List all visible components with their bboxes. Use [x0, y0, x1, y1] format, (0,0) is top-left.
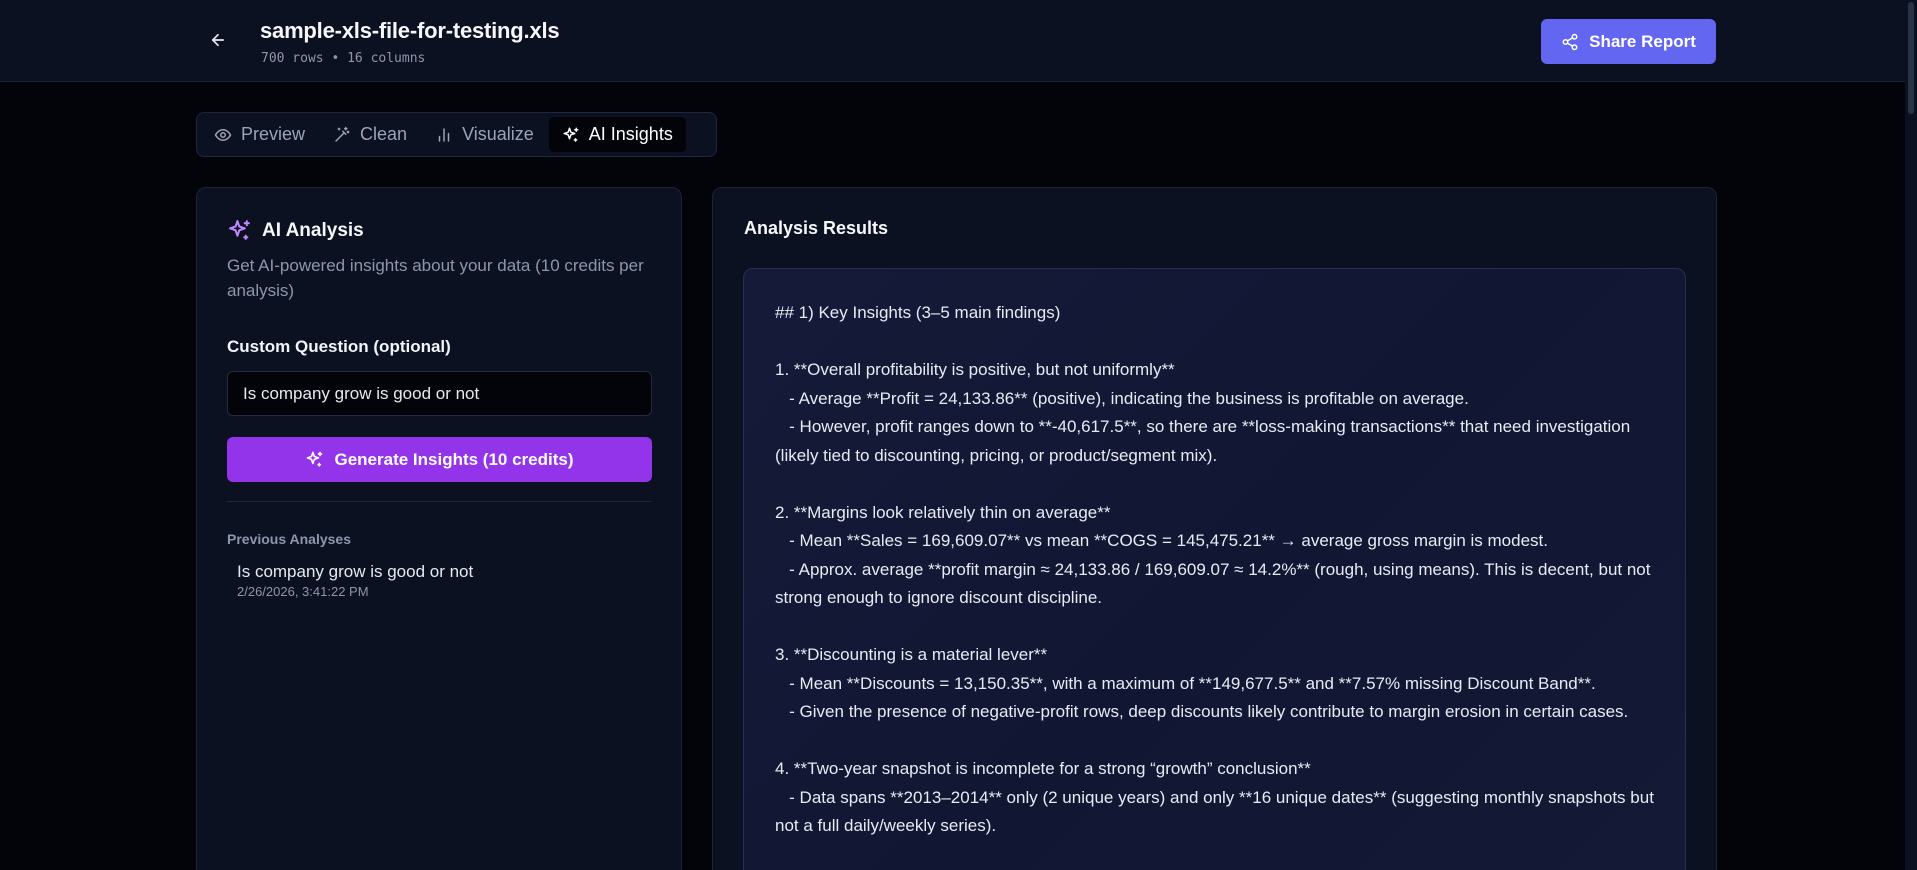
tab-visualize-label: Visualize [462, 124, 534, 144]
tab-ai-insights[interactable]: AI Insights [548, 117, 686, 152]
tab-clean-label: Clean [360, 124, 408, 144]
generate-insights-label: Generate Insights (10 credits) [334, 449, 574, 469]
file-meta: 700 rows • 16 columns [261, 51, 426, 66]
previous-analysis-item[interactable]: Is company grow is good or not 2/26/2026… [227, 561, 652, 611]
magic-wand-icon [335, 126, 350, 142]
custom-question-label: Custom Question (optional) [227, 337, 451, 356]
view-tabs: Preview Clean Visualize AI Insights [196, 112, 717, 157]
share-report-button[interactable]: Share Report [1541, 19, 1716, 64]
eye-icon [214, 128, 232, 141]
ai-analysis-subtitle: Get AI-powered insights about your data … [227, 256, 644, 300]
arrow-left-icon [211, 33, 225, 47]
analysis-results-box: ## 1) Key Insights (3–5 main findings) 1… [743, 268, 1686, 870]
divider [227, 501, 652, 502]
file-title: sample-xls-file-for-testing.xls [260, 18, 560, 43]
ai-analysis-panel: AI Analysis Get AI-powered insights abou… [196, 187, 682, 870]
sparkles-icon [229, 220, 250, 240]
analysis-results-title: Analysis Results [744, 218, 889, 238]
top-bar: sample-xls-file-for-testing.xls 700 rows… [0, 0, 1905, 82]
generate-insights-button[interactable]: Generate Insights (10 credits) [227, 437, 652, 482]
previous-analyses-label: Previous Analyses [227, 531, 351, 547]
custom-question-input[interactable] [227, 371, 652, 416]
share-report-label: Share Report [1589, 31, 1696, 51]
tab-clean[interactable]: Clean [320, 117, 420, 152]
sparkles-icon [307, 451, 323, 467]
back-button[interactable] [204, 26, 232, 54]
analysis-results-text: ## 1) Key Insights (3–5 main findings) 1… [775, 303, 1654, 835]
tab-ai-insights-label: AI Insights [588, 124, 673, 144]
sparkles-icon [563, 127, 579, 142]
scrollbar-thumb[interactable] [1908, 2, 1914, 114]
page-scrollbar[interactable] [1905, 0, 1917, 870]
ai-analysis-header: AI Analysis [227, 218, 364, 243]
tab-preview-label: Preview [241, 124, 306, 144]
ai-analysis-title: AI Analysis [262, 219, 364, 241]
tab-visualize[interactable]: Visualize [422, 117, 547, 152]
previous-analysis-question: Is company grow is good or not [237, 562, 474, 581]
analysis-results-panel: Analysis Results ## 1) Key Insights (3–5… [712, 187, 1717, 870]
bar-chart-icon [438, 127, 450, 142]
previous-analysis-date: 2/26/2026, 3:41:22 PM [237, 584, 369, 599]
tab-preview[interactable]: Preview [201, 117, 318, 152]
share-icon [1562, 33, 1578, 50]
